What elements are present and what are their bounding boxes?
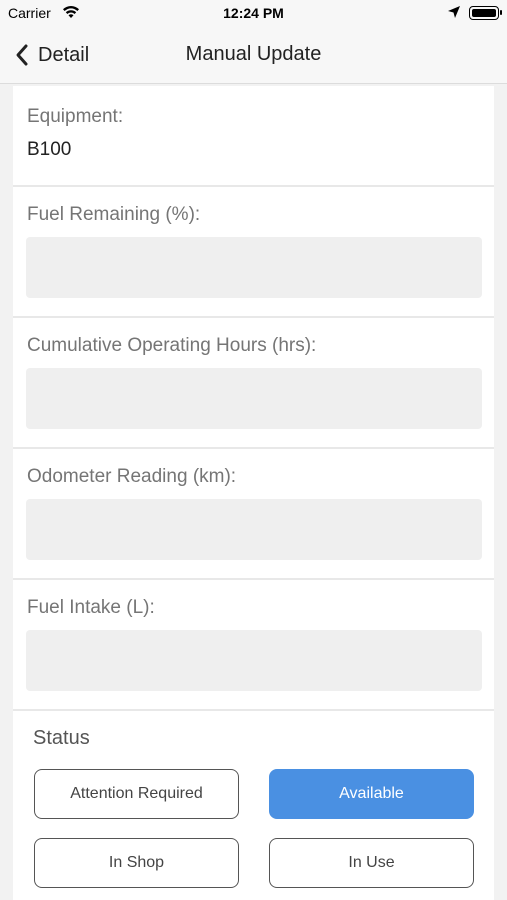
- odometer-input[interactable]: [26, 499, 482, 560]
- fuel-intake-section: Fuel Intake (L):: [13, 580, 494, 711]
- fuel-remaining-input[interactable]: [26, 237, 482, 298]
- status-label: Status: [33, 727, 90, 749]
- equipment-section: Equipment: B100: [13, 86, 494, 187]
- odometer-label: Odometer Reading (km):: [27, 466, 237, 487]
- clock: 12:24 PM: [223, 5, 284, 21]
- fuel-intake-label: Fuel Intake (L):: [27, 597, 155, 618]
- battery-icon: [469, 6, 502, 20]
- in-use-button[interactable]: In Use: [269, 838, 474, 888]
- status-bar: Carrier 12:24 PM: [0, 0, 507, 26]
- form-card: Equipment: B100 Fuel Remaining (%): Cumu…: [13, 86, 494, 900]
- equipment-label: Equipment:: [27, 106, 124, 127]
- attention-required-button[interactable]: Attention Required: [34, 769, 239, 819]
- operating-hours-section: Cumulative Operating Hours (hrs):: [13, 318, 494, 449]
- equipment-value: B100: [27, 139, 72, 160]
- page-title: Manual Update: [185, 43, 322, 65]
- navigation-bar: Detail Manual Update: [0, 26, 507, 84]
- operating-hours-input[interactable]: [26, 368, 482, 429]
- odometer-section: Odometer Reading (km):: [13, 449, 494, 580]
- fuel-remaining-label: Fuel Remaining (%):: [27, 204, 201, 225]
- fuel-remaining-section: Fuel Remaining (%):: [13, 187, 494, 318]
- location-arrow-icon: [448, 6, 460, 18]
- operating-hours-label: Cumulative Operating Hours (hrs):: [27, 335, 317, 356]
- in-shop-button[interactable]: In Shop: [34, 838, 239, 888]
- available-button[interactable]: Available: [269, 769, 474, 819]
- fuel-intake-input[interactable]: [26, 630, 482, 691]
